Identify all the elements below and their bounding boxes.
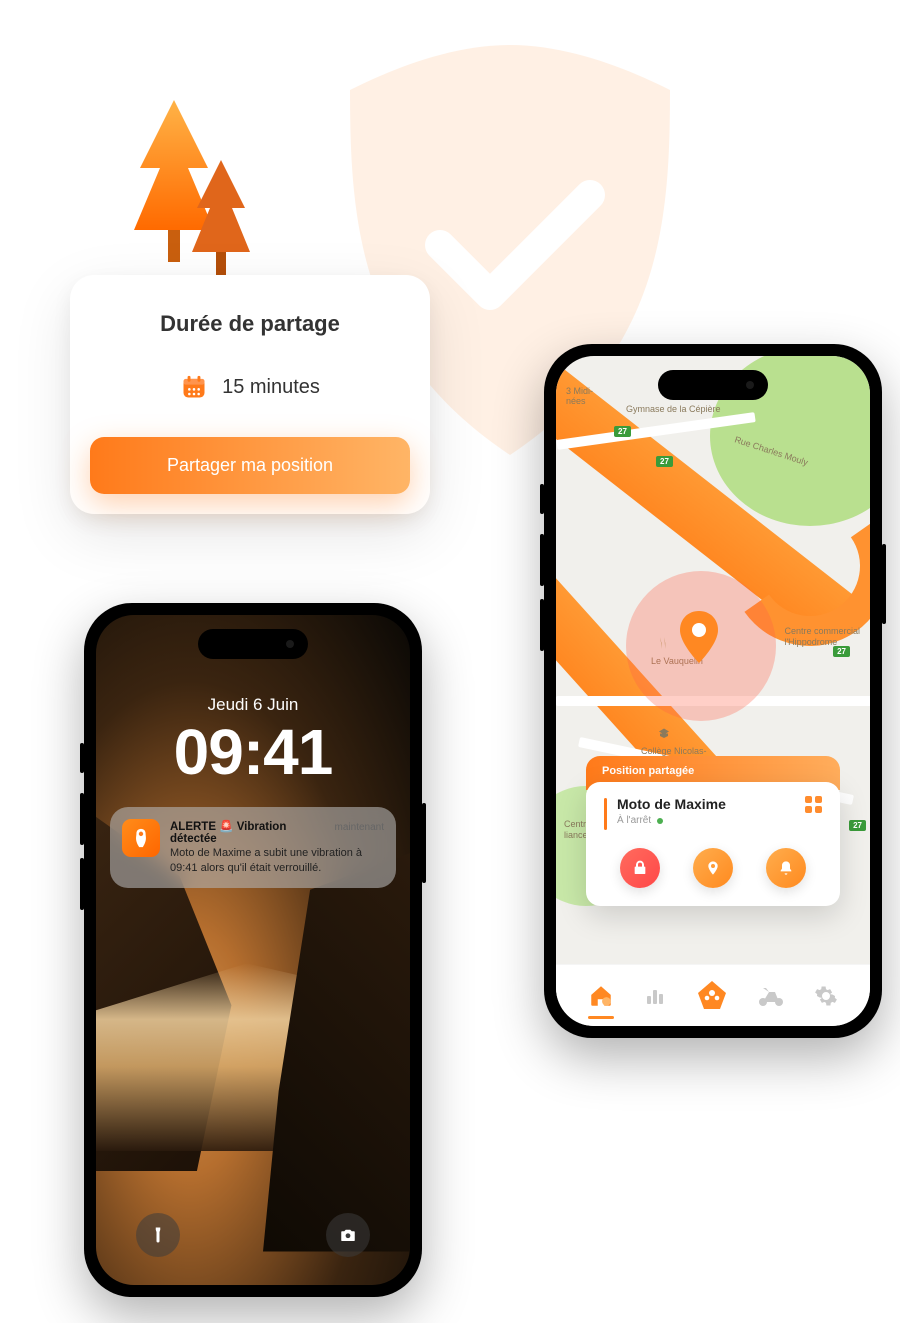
school-icon bbox=[658, 726, 670, 738]
device-status: À l'arrêt bbox=[617, 815, 726, 826]
tab-bar bbox=[556, 964, 870, 1026]
map-label: 3 Midi- nées bbox=[566, 386, 593, 406]
alert-button[interactable] bbox=[766, 848, 806, 888]
device-card: Moto de Maxime À l'arrêt bbox=[586, 782, 840, 906]
tab-stats[interactable] bbox=[643, 984, 667, 1008]
tab-home[interactable] bbox=[588, 983, 614, 1009]
camera-button[interactable] bbox=[326, 1213, 370, 1257]
share-duration-value: 15 minutes bbox=[222, 376, 320, 399]
phone-lock-screen: Jeudi 6 Juin 09:41 ALERTE 🚨 Vibration dé… bbox=[84, 603, 422, 1297]
device-name: Moto de Maxime bbox=[617, 796, 726, 812]
share-card-title: Durée de partage bbox=[90, 311, 410, 337]
highway-badge: 27 bbox=[849, 820, 866, 831]
map-label: Gymnase de la Cépière bbox=[626, 404, 721, 414]
lock-button[interactable] bbox=[620, 848, 660, 888]
notification-app-icon bbox=[122, 819, 160, 857]
share-position-button[interactable]: Partager ma position bbox=[90, 437, 410, 494]
tab-vehicle[interactable] bbox=[757, 984, 785, 1008]
tab-settings[interactable] bbox=[814, 984, 838, 1008]
notification-card[interactable]: ALERTE 🚨 Vibration détectée maintenant M… bbox=[110, 807, 396, 888]
highway-badge: 27 bbox=[614, 426, 631, 437]
highway-badge: 27 bbox=[833, 646, 850, 657]
map-view[interactable]: 3 Midi- nées Gymnase de la Cépière Rue C… bbox=[556, 356, 870, 1026]
phone-map-screen: 3 Midi- nées Gymnase de la Cépière Rue C… bbox=[544, 344, 882, 1038]
lock-date: Jeudi 6 Juin bbox=[96, 695, 410, 715]
location-pin-icon bbox=[678, 611, 720, 665]
notification-body: Moto de Maxime a subit une vibration à 0… bbox=[170, 846, 384, 876]
notification-prefix: ALERTE bbox=[170, 821, 216, 833]
share-duration-card: Durée de partage 15 minutes Partager ma … bbox=[70, 275, 430, 514]
locate-button[interactable] bbox=[693, 848, 733, 888]
notification-timestamp: maintenant bbox=[335, 822, 384, 833]
map-label: Centre commercial l'Hippodrome bbox=[784, 626, 860, 648]
flashlight-button[interactable] bbox=[136, 1213, 180, 1257]
grid-menu-icon[interactable] bbox=[805, 796, 822, 813]
share-duration-row: 15 minutes bbox=[90, 373, 410, 401]
highway-badge: 27 bbox=[656, 456, 673, 467]
lock-time: 09:41 bbox=[96, 715, 410, 789]
restaurant-icon bbox=[656, 636, 670, 650]
tab-social[interactable] bbox=[695, 979, 729, 1013]
trees-illustration bbox=[130, 100, 270, 290]
calendar-icon bbox=[180, 373, 208, 401]
